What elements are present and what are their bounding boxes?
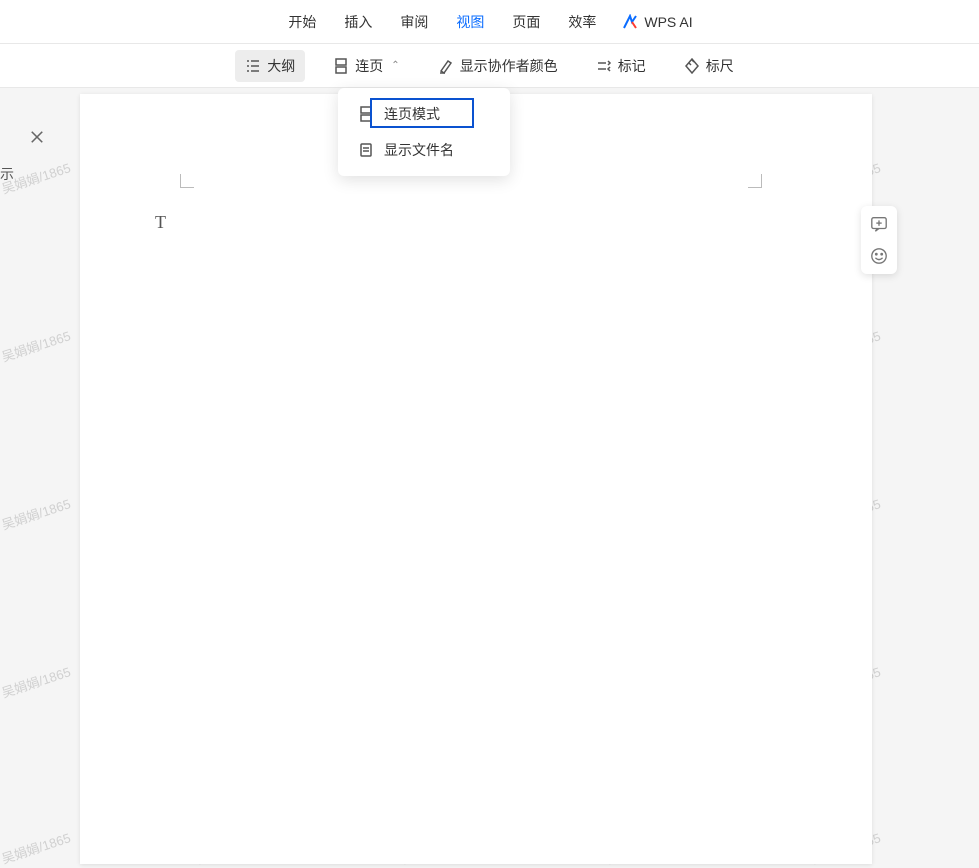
partial-panel-text: 示 xyxy=(0,164,14,184)
text-cursor-placeholder: T xyxy=(155,212,166,233)
watermark: 吴娟娟/1865 xyxy=(0,661,73,701)
page-margin-corner-tl xyxy=(180,174,194,188)
chevron-up-icon: ⌃ xyxy=(391,60,399,71)
menu-efficiency[interactable]: 效率 xyxy=(566,8,598,36)
page-margin-corner-tr xyxy=(748,174,762,188)
ruler-label: 标尺 xyxy=(706,56,734,76)
show-collaborator-color-label: 显示协作者颜色 xyxy=(460,56,558,76)
watermark: 吴娟娟/1865 xyxy=(0,493,73,533)
menu-view[interactable]: 视图 xyxy=(454,8,486,36)
menu-page[interactable]: 页面 xyxy=(510,8,542,36)
document-page[interactable]: T xyxy=(80,94,872,864)
right-floating-toolbar xyxy=(861,206,897,274)
continuous-page-button[interactable]: 连页 ⌃ xyxy=(323,50,409,82)
continuous-mode-icon xyxy=(358,106,374,122)
show-collaborator-color-button[interactable]: 显示协作者颜色 xyxy=(428,50,568,82)
view-toolbar: 大纲 连页 ⌃ 显示协作者颜色 标记 标尺 xyxy=(0,44,979,88)
emoji-button[interactable] xyxy=(869,246,889,266)
add-comment-button[interactable] xyxy=(869,214,889,234)
continuous-page-label: 连页 xyxy=(355,56,383,76)
ruler-button[interactable]: 标尺 xyxy=(674,50,744,82)
outline-icon xyxy=(245,58,261,74)
menu-insert[interactable]: 插入 xyxy=(342,8,374,36)
wps-ai-icon xyxy=(622,14,638,30)
menubar: 开始 插入 审阅 视图 页面 效率 WPS AI xyxy=(0,0,979,44)
marks-icon xyxy=(596,58,612,74)
show-filename-label: 显示文件名 xyxy=(384,140,454,160)
outline-button[interactable]: 大纲 xyxy=(235,50,305,82)
marks-button[interactable]: 标记 xyxy=(586,50,656,82)
marks-label: 标记 xyxy=(618,56,646,76)
show-filename-item[interactable]: 显示文件名 xyxy=(338,132,510,168)
continuous-page-dropdown: 连页模式 显示文件名 xyxy=(338,88,510,176)
watermark: 吴娟娟/1865 xyxy=(0,827,73,867)
outline-label: 大纲 xyxy=(267,56,295,76)
wps-ai-label: WPS AI xyxy=(644,14,692,30)
wps-ai-button[interactable]: WPS AI xyxy=(622,14,692,30)
watermark: 吴娟娟/1865 xyxy=(0,325,73,365)
continuous-mode-item[interactable]: 连页模式 xyxy=(338,96,510,132)
show-filename-icon xyxy=(358,142,374,158)
menu-start[interactable]: 开始 xyxy=(286,8,318,36)
continuous-page-icon xyxy=(333,58,349,74)
menu-review[interactable]: 审阅 xyxy=(398,8,430,36)
highlighter-icon xyxy=(438,58,454,74)
close-panel-button[interactable] xyxy=(30,128,44,149)
continuous-mode-label: 连页模式 xyxy=(384,104,440,124)
ruler-icon xyxy=(684,58,700,74)
